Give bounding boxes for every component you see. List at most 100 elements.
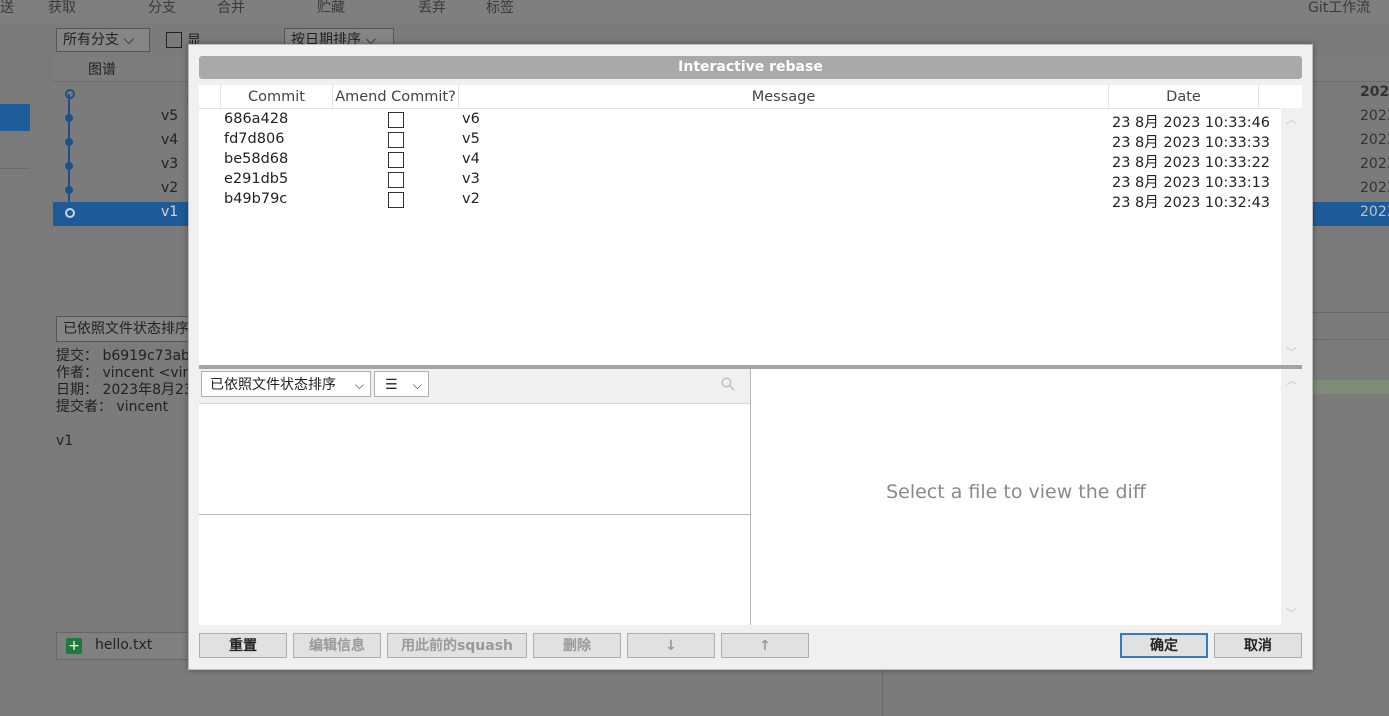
table-row[interactable]: 686a428 v6 23 8月 2023 10:33:46: [199, 110, 1281, 131]
toolbar-discard[interactable]: 丢弃: [418, 0, 446, 17]
toolbar-merge[interactable]: 合并: [217, 0, 245, 17]
header-date[interactable]: Date: [1109, 85, 1259, 108]
file-name: hello.txt: [95, 637, 153, 653]
header-amend[interactable]: Amend Commit?: [333, 85, 459, 108]
files-divider[interactable]: [199, 514, 750, 515]
history-row-label: v2: [161, 180, 179, 196]
history-row-label: v5: [161, 108, 179, 124]
row-date: 2023: [1360, 180, 1389, 196]
bg-file-item[interactable]: + hello.txt: [56, 632, 190, 660]
row-date: 23 8月 2023 10:32:43: [1112, 195, 1271, 211]
header-commit[interactable]: Commit: [221, 85, 333, 108]
amend-checkbox[interactable]: [388, 152, 404, 168]
delete-button[interactable]: 删除: [533, 633, 621, 658]
move-down-button[interactable]: ↓: [627, 633, 715, 658]
file-sort-combo[interactable]: 已依照文件状态排序 ⌵: [201, 371, 371, 397]
table-row[interactable]: fd7d806 v5 23 8月 2023 10:33:33: [199, 130, 1281, 151]
row-date: 2023: [1360, 108, 1389, 124]
sidebar-divider: [0, 168, 30, 169]
table-row[interactable]: be58d68 v4 23 8月 2023 10:33:22: [199, 150, 1281, 171]
search-icon[interactable]: [721, 377, 735, 391]
toolbar-branch[interactable]: 分支: [148, 0, 176, 17]
scroll-up-icon[interactable]: ︿: [1286, 111, 1297, 127]
squash-button[interactable]: 用此前的squash: [387, 633, 527, 658]
diff-scrollbar[interactable]: ︿ ﹀: [1281, 369, 1302, 625]
diff-pane: Select a file to view the diff: [751, 369, 1281, 625]
info-blank: [56, 416, 193, 433]
table-scrollbar[interactable]: ︿ ﹀: [1281, 108, 1302, 365]
table-row[interactable]: e291db5 v3 23 8月 2023 10:33:13: [199, 170, 1281, 191]
branch-filter-combo[interactable]: 所有分支 ⌵: [56, 28, 150, 52]
history-row[interactable]: v3: [53, 154, 188, 178]
chevron-down-icon: ⌵: [354, 378, 364, 392]
info-author: 作者： vincent <vin: [56, 365, 192, 381]
scroll-up-icon[interactable]: ︿: [1286, 372, 1297, 388]
row-commit: b49b79c: [224, 191, 288, 207]
pane-divider[interactable]: [882, 668, 883, 716]
row-date: 2023: [1360, 132, 1389, 148]
history-row[interactable]: v5: [53, 106, 188, 130]
history-row-label: v3: [161, 156, 179, 172]
row-commit: fd7d806: [224, 131, 285, 147]
graph-column-header[interactable]: 图谱: [88, 59, 116, 79]
header-message[interactable]: Message: [459, 85, 1109, 108]
row-message: v3: [462, 171, 480, 187]
row-commit: 686a428: [224, 111, 289, 127]
changed-files-pane: 已依照文件状态排序 ⌵ ☰ ⌵: [199, 369, 751, 625]
row-date: 23 8月 2023 10:33:46: [1112, 115, 1271, 131]
row-date: 2023: [1360, 204, 1389, 220]
cancel-button[interactable]: 取消: [1214, 633, 1302, 658]
header-spacer: [199, 85, 221, 108]
table-header: Commit Amend Commit? Message Date: [199, 85, 1302, 109]
show-remote-checkbox[interactable]: [166, 32, 182, 48]
scroll-down-icon[interactable]: ﹀: [1286, 605, 1297, 621]
amend-checkbox[interactable]: [388, 112, 404, 128]
table-row[interactable]: b49b79c v2 23 8月 2023 10:32:43: [199, 190, 1281, 211]
right-panel-header: [1311, 312, 1389, 340]
sidebar-selected-item[interactable]: [0, 104, 30, 131]
list-view-icon: ☰: [385, 377, 398, 393]
row-message: v5: [462, 131, 480, 147]
amend-checkbox[interactable]: [388, 192, 404, 208]
toolbar-tag[interactable]: 标签: [486, 0, 514, 17]
toolbar-fetch[interactable]: 获取: [48, 0, 76, 17]
toolbar-stash[interactable]: 贮藏: [317, 0, 345, 17]
row-message: v2: [462, 191, 480, 207]
dialog-title: Interactive rebase: [199, 56, 1302, 79]
info-message: v1: [56, 433, 74, 449]
ok-button[interactable]: 确定: [1120, 633, 1208, 658]
history-row[interactable]: v2: [53, 178, 188, 202]
history-row-label: v4: [161, 132, 179, 148]
toolbar-push[interactable]: 送: [0, 0, 14, 17]
amend-checkbox[interactable]: [388, 172, 404, 188]
commit-node-icon: [65, 208, 75, 218]
bg-file-sort-combo[interactable]: 已依照文件状态排序: [56, 316, 194, 342]
history-row-label: v1: [161, 204, 179, 220]
sidebar: [0, 24, 54, 716]
scroll-down-icon[interactable]: ﹀: [1286, 344, 1297, 360]
info-date: 日期： 2023年8月23: [56, 382, 193, 398]
main-toolbar: 送 获取 分支 合并 贮藏 丢弃 标签 Git工作流: [0, 0, 1389, 24]
file-added-icon: +: [66, 638, 82, 654]
row-message: v6: [462, 111, 480, 127]
history-row[interactable]: v4: [53, 130, 188, 154]
edit-message-button[interactable]: 编辑信息: [293, 633, 381, 658]
row-date: 23 8月 2023 10:33:22: [1112, 155, 1271, 171]
chevron-down-icon: ⌵: [412, 378, 422, 392]
reset-button[interactable]: 重置: [199, 633, 287, 658]
row-date: 23 8月 2023 10:33:33: [1112, 135, 1271, 151]
commit-info: 提交： b6919c73ab 作者： vincent <vin 日期： 2023…: [56, 348, 193, 450]
row-commit: be58d68: [224, 151, 289, 167]
row-commit: e291db5: [224, 171, 289, 187]
toolbar-git-flow[interactable]: Git工作流: [1308, 0, 1370, 17]
diff-placeholder: Select a file to view the diff: [886, 481, 1146, 503]
amend-checkbox[interactable]: [388, 132, 404, 148]
row-message: v4: [462, 151, 480, 167]
view-mode-combo[interactable]: ☰ ⌵: [374, 371, 429, 397]
move-up-button[interactable]: ↑: [721, 633, 809, 658]
info-committer: 提交者： vincent: [56, 399, 169, 415]
row-date: 23 8月 2023 10:33:13: [1112, 175, 1271, 191]
diff-highlight: [1311, 380, 1389, 394]
info-sha: 提交： b6919c73ab: [56, 348, 190, 364]
interactive-rebase-dialog: Interactive rebase Commit Amend Commit? …: [188, 44, 1313, 670]
